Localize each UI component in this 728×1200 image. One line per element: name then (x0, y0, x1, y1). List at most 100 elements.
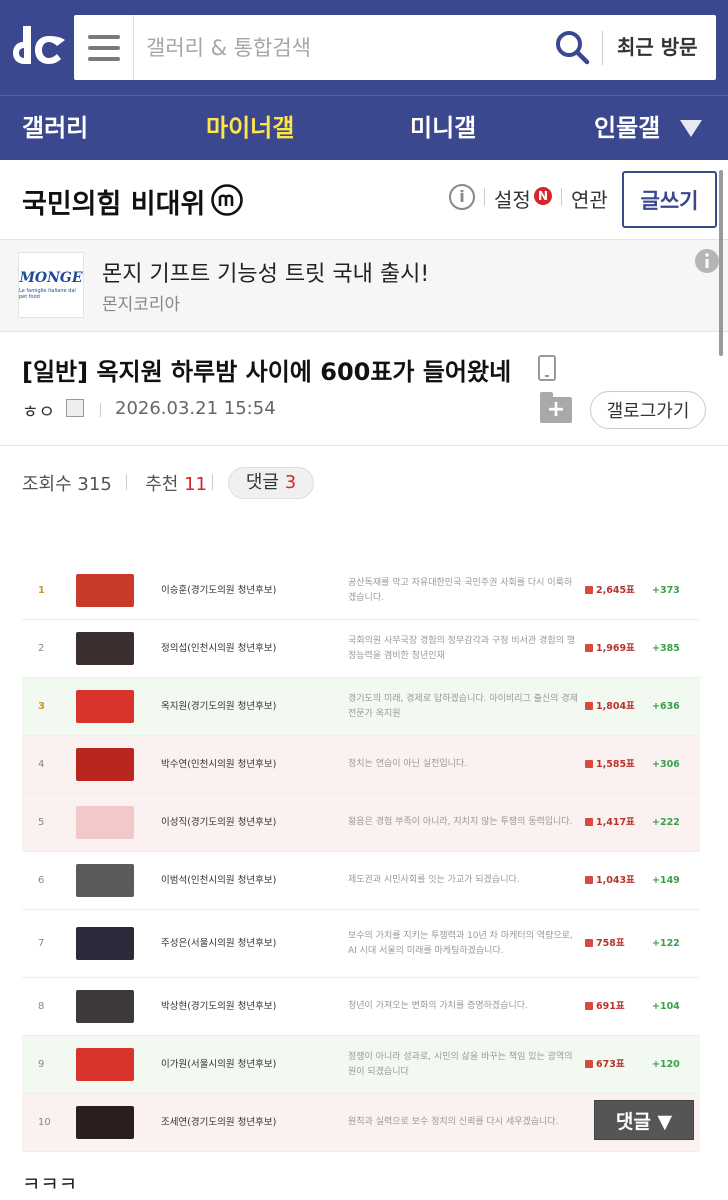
ranking-row: 2 정의섭(인천시의원 청년후보) 국회의원 사무국장 경험의 정무감각과 구청 비… (22, 620, 700, 678)
post-stats: 조회수 315 추천 11 (22, 470, 207, 496)
rank-number: 9 (38, 1059, 45, 1070)
vote-icon (585, 1002, 593, 1010)
divider (126, 474, 127, 490)
vote-count: 2,645표 (585, 562, 645, 620)
ad-info-icon[interactable] (694, 248, 720, 274)
hamburger-menu-icon[interactable] (74, 15, 134, 80)
candidate-photo (76, 574, 134, 607)
candidate-name: 옥지원(경기도의원 청년후보) (161, 701, 277, 712)
vote-count: 691표 (585, 978, 645, 1036)
rank-number: 3 (38, 701, 45, 712)
candidate-photo (76, 690, 134, 723)
candidate-name: 조세연(경기도의원 청년후보) (161, 1117, 277, 1128)
candidate-pledge: 정쟁이 아니라 성과로, 시민의 삶을 바꾸는 책임 있는 광역의원이 되겠습니… (348, 1051, 573, 1077)
rank-number: 10 (38, 1117, 51, 1128)
vote-count: 758표 (585, 910, 645, 978)
recent-visits-button[interactable]: 최근 방문 (617, 15, 698, 80)
rank-number: 5 (38, 817, 45, 828)
vote-delta: +385 (652, 643, 680, 654)
vote-icon (585, 1060, 593, 1068)
recommend-count: 11 (184, 474, 208, 495)
post-date: 2026.03.21 15:54 (115, 398, 276, 419)
ranking-row: 4 박수연(인천시의원 청년후보) 정치는 연습이 아닌 실전입니다. 1,585표 +… (22, 736, 700, 794)
nav-minor-gallery[interactable]: 마이너갤 (206, 96, 294, 161)
minor-gallery-m-icon (211, 184, 243, 216)
vote-count: 1,585표 (585, 736, 645, 794)
vote-count: 673표 (585, 1036, 645, 1094)
search-icon[interactable] (554, 29, 590, 65)
divider (212, 474, 213, 490)
nav-gallery[interactable]: 갤러리 (22, 96, 88, 161)
gallog-button[interactable]: 갤로그가기 (590, 391, 706, 429)
divider (602, 31, 603, 65)
divider (0, 445, 728, 446)
nav-expand-icon[interactable] (680, 120, 702, 137)
rank-number: 1 (38, 585, 45, 596)
rank-number: 7 (38, 938, 45, 949)
write-post-button[interactable]: 글쓰기 (622, 171, 717, 228)
candidate-pledge: 공산독재를 막고 자유대한민국 국민주권 사회를 다시 이룩하겠습니다. (348, 577, 573, 603)
ranking-row: 1 이승훈(경기도의원 청년후보) 공산독재를 막고 자유대한민국 국민주권 사회를… (22, 562, 700, 620)
post-author[interactable]: ㅎㅇ (22, 398, 55, 424)
folder-plus-icon[interactable]: + (540, 392, 572, 423)
ranking-row: 7 주성은(서울시의원 청년후보) 보수의 가치를 지키는 투쟁력과 10년 차 마… (22, 910, 700, 978)
ranking-row: 3 옥지원(경기도의원 청년후보) 경기도의 미래, 경제로 답하겠습니다. 아이비… (22, 678, 700, 736)
user-level-icon (66, 399, 84, 417)
gallery-title[interactable]: 국민의힘 비대위 (22, 182, 205, 221)
candidate-name: 이승훈(경기도의원 청년후보) (161, 585, 277, 596)
gallery-header: 국민의힘 비대위 i 설정 N 연관 글쓰기 (0, 160, 728, 240)
recommend-label: 추천 (145, 474, 179, 495)
vote-icon (585, 939, 593, 947)
candidate-photo (76, 990, 134, 1023)
vote-icon (585, 702, 593, 710)
nav-person-gallery[interactable]: 인물갤 (594, 96, 660, 161)
comment-count-button[interactable]: 댓글 3 (228, 467, 314, 499)
related-button[interactable]: 연관 (571, 184, 608, 213)
dc-logo-icon[interactable] (6, 14, 72, 74)
vote-icon (585, 818, 593, 826)
search-box: 최근 방문 (74, 15, 716, 80)
comment-jump-button[interactable]: 댓글 ▼ (594, 1100, 694, 1140)
vote-icon (585, 876, 593, 884)
search-input[interactable] (146, 15, 546, 80)
nav-mini-gallery[interactable]: 미니갤 (410, 96, 476, 161)
candidate-name: 이범석(인천시의원 청년후보) (161, 875, 277, 886)
candidate-name: 정의섭(인천시의원 청년후보) (161, 643, 277, 654)
candidate-photo (76, 632, 134, 665)
mobile-icon (538, 355, 556, 381)
candidate-photo (76, 1048, 134, 1081)
vote-count: 1,417표 (585, 794, 645, 852)
candidate-name: 이성직(경기도의원 청년후보) (161, 817, 277, 828)
settings-button[interactable]: 설정 (494, 184, 531, 213)
divider (100, 403, 101, 417)
gallery-nav: 갤러리 마이너갤 미니갤 인물갤 (0, 95, 728, 160)
new-badge: N (534, 187, 552, 205)
ad-title[interactable]: 몬지 기프트 기능성 트릿 국내 출시! (102, 256, 429, 288)
ranking-row: 9 이가원(서울시의원 청년후보) 정쟁이 아니라 성과로, 시민의 삶을 바꾸는 … (22, 1036, 700, 1094)
ranking-table: 1 이승훈(경기도의원 청년후보) 공산독재를 막고 자유대한민국 국민주권 사회를… (22, 562, 700, 1152)
ad-banner[interactable]: MONGE Le famiglie italiane dal pet food … (0, 240, 728, 332)
vote-count: 1,043표 (585, 852, 645, 910)
vote-delta: +222 (652, 817, 680, 828)
candidate-pledge: 젊음은 경험 부족이 아니라, 지치지 않는 투쟁의 동력입니다. (348, 817, 573, 827)
vote-count: 1,969표 (585, 620, 645, 678)
rank-number: 4 (38, 759, 45, 770)
vote-delta: +636 (652, 701, 680, 712)
candidate-pledge: 국회의원 사무국장 경험의 정무감각과 구청 비서관 경험의 행정능력을 겸비한… (348, 635, 576, 661)
vote-delta: +122 (652, 938, 680, 949)
candidate-pledge: 경기도의 미래, 경제로 답하겠습니다. 아이비리그 출신의 경제전문가 옥지원 (348, 693, 578, 719)
ad-logo: MONGE Le famiglie italiane dal pet food (18, 252, 84, 318)
candidate-pledge: 청년이 가져오는 변화의 가치를 증명하겠습니다. (348, 1001, 528, 1011)
vote-delta: +104 (652, 1001, 680, 1012)
divider (561, 188, 562, 206)
divider (484, 188, 485, 206)
candidate-pledge: 정치는 연습이 아닌 실전입니다. (348, 759, 468, 769)
info-icon[interactable]: i (449, 184, 475, 210)
candidate-photo (76, 864, 134, 897)
ranking-row: 6 이범석(인천시의원 청년후보) 제도권과 시민사회를 잇는 가교가 되겠습니다.… (22, 852, 700, 910)
top-header: 최근 방문 (0, 0, 728, 95)
scrollbar[interactable] (719, 170, 723, 356)
candidate-pledge: 원칙과 실력으로 보수 정치의 신뢰를 다시 세우겠습니다. (348, 1117, 559, 1127)
vote-delta: +149 (652, 875, 680, 886)
post-title: [일반] 옥지원 하루밤 사이에 600표가 들어왔네 (22, 358, 512, 386)
